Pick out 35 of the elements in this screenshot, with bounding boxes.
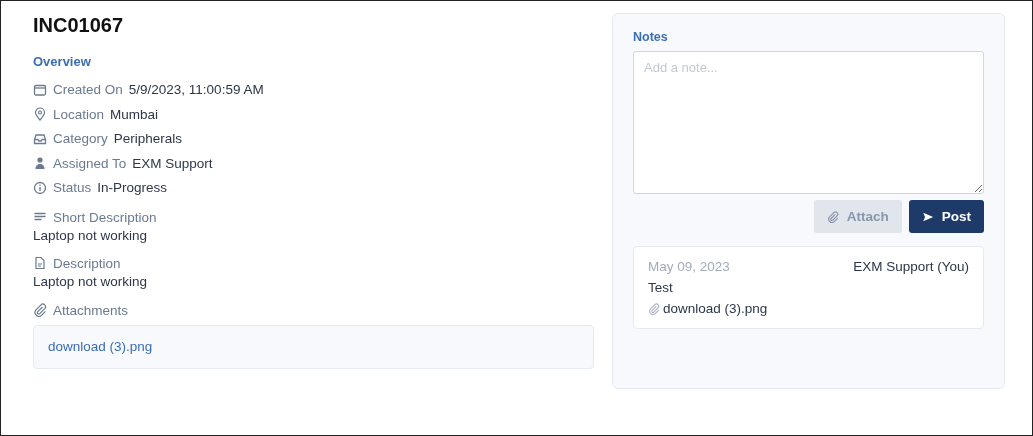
section-label: Description (53, 255, 121, 271)
field-label: Category (53, 131, 108, 147)
note-date: May 09, 2023 (648, 259, 730, 274)
info-icon (33, 180, 47, 195)
inbox-icon (33, 131, 47, 146)
notes-title: Notes (633, 30, 669, 44)
incident-title: INC01067 (33, 13, 125, 37)
note-attachment-link[interactable]: download (3).png (663, 301, 768, 316)
paperclip-icon (33, 303, 47, 317)
paperclip-icon (826, 210, 839, 223)
field-value: Mumbai (110, 106, 159, 122)
calendar-icon (33, 82, 47, 97)
note-text: Test (648, 280, 674, 295)
field-label: Assigned To (53, 155, 127, 171)
attachment-link[interactable]: download (3).png (48, 338, 153, 354)
document-icon (33, 256, 47, 270)
description-text: Laptop not working (33, 273, 149, 289)
note-input-field[interactable]: Add a note... (633, 51, 984, 194)
post-button[interactable]: Post (908, 200, 984, 233)
description-text: Laptop not working (33, 227, 149, 243)
section-label: Short Description (53, 209, 157, 225)
field-value: EXM Support (132, 155, 213, 171)
paperclip-icon (648, 302, 660, 315)
field-value: 5/9/2023, 11:00:59 AM (128, 82, 264, 98)
section-label: Attachments (53, 302, 129, 318)
section-title: Overview (33, 54, 92, 69)
person-icon (33, 156, 47, 171)
field-label: Status (53, 180, 92, 196)
field-label: Created On (53, 82, 123, 98)
note-author: EXM Support (You) (853, 259, 969, 274)
field-label: Location (53, 106, 105, 122)
field-value: Peripherals (113, 131, 183, 147)
field-value: In-Progress (97, 180, 168, 196)
send-icon (921, 210, 934, 223)
location-pin-icon (33, 107, 47, 122)
